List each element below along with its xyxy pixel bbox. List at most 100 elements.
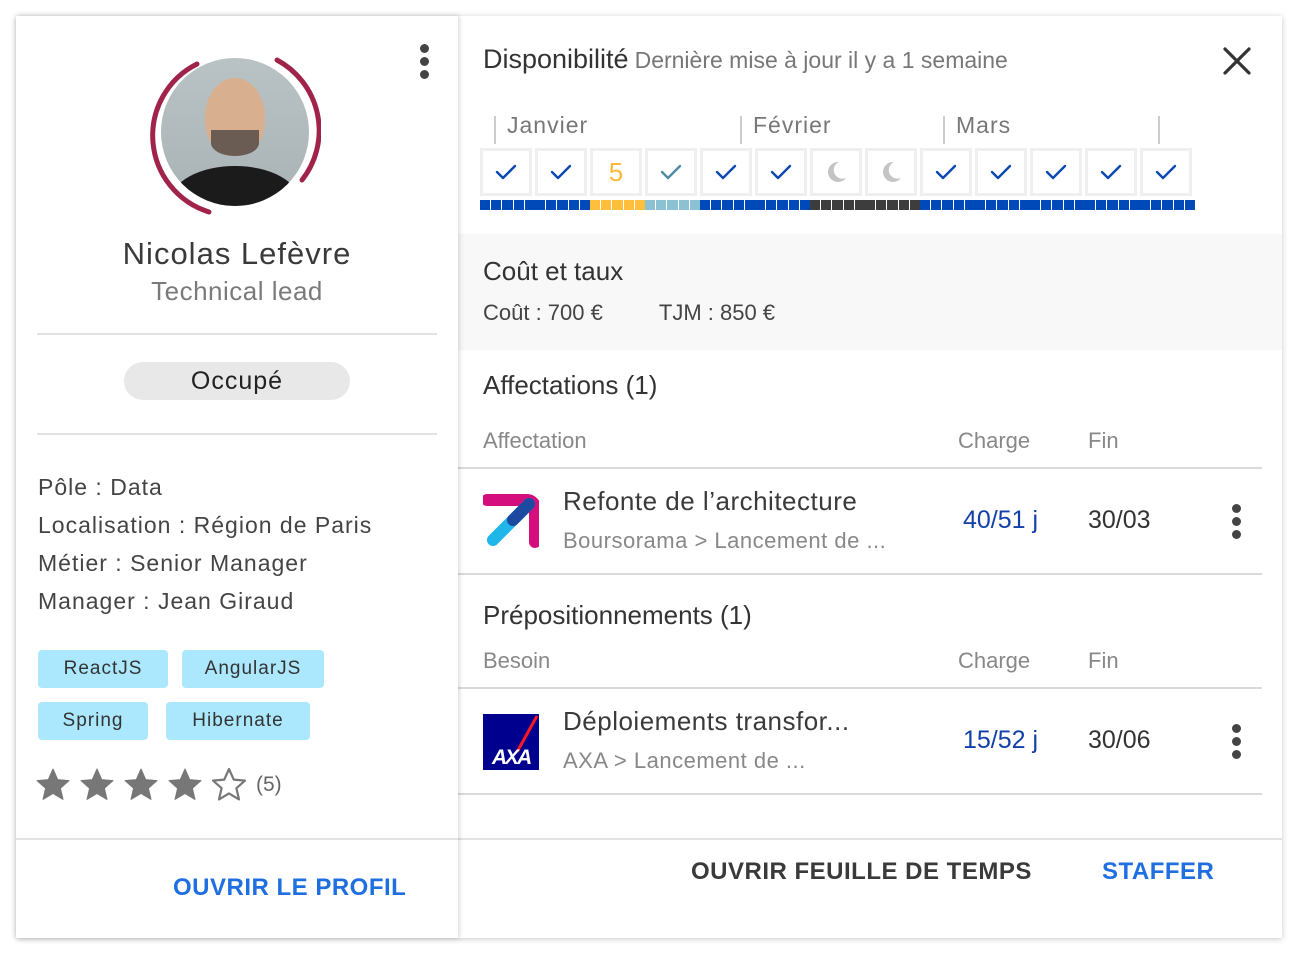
star-filled-icon bbox=[36, 768, 70, 800]
day-segment bbox=[942, 200, 953, 210]
preposition-charge: 15/52 j bbox=[963, 726, 1039, 754]
rating-count: (5) bbox=[256, 773, 282, 796]
profile-info: Pôle : Data Localisation : Région de Par… bbox=[38, 468, 372, 620]
details-panel: Disponibilité Dernière mise à jour il y a… bbox=[458, 16, 1282, 938]
availability-week[interactable] bbox=[1140, 148, 1196, 210]
cost-title: Coût et taux bbox=[483, 256, 624, 286]
availability-week[interactable]: 5 bbox=[590, 148, 646, 210]
day-segment bbox=[1008, 200, 1019, 210]
day-segment bbox=[854, 200, 866, 210]
day-segment bbox=[1162, 200, 1173, 210]
cost-values: Coût : 700 € TJM : 850 € bbox=[483, 300, 775, 326]
week-day-bar bbox=[975, 200, 1031, 210]
day-segment bbox=[722, 200, 733, 210]
profile-role: Technical lead bbox=[151, 276, 323, 306]
assignment-subtitle: Boursorama > Lancement de ... bbox=[563, 528, 887, 553]
availability-week[interactable] bbox=[535, 148, 591, 210]
svg-text:AXA: AXA bbox=[491, 746, 531, 769]
day-segment bbox=[1030, 200, 1041, 210]
skill-tag[interactable]: AngularJS bbox=[182, 650, 324, 688]
week-day-bar bbox=[810, 200, 866, 210]
day-segment bbox=[898, 200, 909, 210]
day-segment bbox=[975, 200, 986, 210]
check-icon bbox=[1100, 164, 1122, 180]
star-filled-icon bbox=[80, 768, 114, 800]
availability-week[interactable] bbox=[920, 148, 976, 210]
day-segment bbox=[1063, 200, 1074, 210]
skill-tag[interactable]: ReactJS bbox=[38, 650, 168, 688]
day-segment bbox=[656, 200, 667, 210]
check-icon bbox=[990, 164, 1012, 180]
star-filled-icon bbox=[124, 768, 158, 800]
day-segment bbox=[799, 200, 811, 210]
day-segment bbox=[997, 200, 1008, 210]
moon-icon bbox=[883, 161, 901, 182]
day-segment bbox=[1151, 200, 1162, 210]
open-profile-button[interactable]: OUVRIR LE PROFIL bbox=[173, 874, 406, 902]
preposition-more-menu-icon[interactable] bbox=[1226, 724, 1246, 762]
availability-week[interactable] bbox=[975, 148, 1031, 210]
day-segment bbox=[678, 200, 689, 210]
open-timesheet-button[interactable]: OUVRIR FEUILLE DE TEMPS bbox=[691, 858, 1032, 886]
day-segment bbox=[634, 200, 646, 210]
day-segment bbox=[513, 200, 524, 210]
day-segment bbox=[601, 200, 612, 210]
availability-week[interactable] bbox=[810, 148, 866, 210]
column-header-assignment: Affectation bbox=[483, 428, 587, 453]
week-day-bar bbox=[1140, 200, 1196, 210]
day-segment bbox=[667, 200, 678, 210]
availability-week[interactable] bbox=[755, 148, 811, 210]
divider bbox=[458, 838, 1282, 840]
month-label: Février bbox=[753, 112, 832, 138]
day-segment bbox=[557, 200, 568, 210]
day-segment bbox=[645, 200, 656, 210]
month-label: Janvier bbox=[507, 112, 589, 138]
check-icon bbox=[495, 164, 517, 180]
check-icon bbox=[1155, 164, 1177, 180]
day-segment bbox=[876, 200, 887, 210]
info-location: Localisation : Région de Paris bbox=[38, 512, 373, 538]
day-segment bbox=[832, 200, 843, 210]
day-segment bbox=[1096, 200, 1107, 210]
day-segment bbox=[623, 200, 634, 210]
rating-stars: (5) bbox=[34, 766, 282, 804]
assignment-more-menu-icon[interactable] bbox=[1226, 504, 1246, 542]
star-filled-icon bbox=[168, 768, 202, 800]
boursorama-logo bbox=[483, 494, 539, 548]
availability-week[interactable] bbox=[480, 148, 536, 210]
availability-week[interactable] bbox=[645, 148, 701, 210]
assignment-end: 30/03 bbox=[1088, 506, 1151, 534]
day-segment bbox=[1184, 200, 1196, 210]
day-segment bbox=[777, 200, 788, 210]
day-segment bbox=[612, 200, 623, 210]
week-day-bar bbox=[920, 200, 976, 210]
divider bbox=[16, 838, 458, 840]
skill-tag[interactable]: Hibernate bbox=[166, 702, 310, 740]
check-icon bbox=[770, 164, 792, 180]
availability-week[interactable] bbox=[700, 148, 756, 210]
check-icon bbox=[715, 164, 737, 180]
preposition-end: 30/06 bbox=[1088, 726, 1151, 754]
day-segment bbox=[964, 200, 976, 210]
availability-week[interactable] bbox=[1085, 148, 1141, 210]
skill-tag[interactable]: Spring bbox=[38, 702, 148, 740]
preposition-title[interactable]: Déploiements transfor... bbox=[563, 706, 850, 737]
day-segment bbox=[986, 200, 997, 210]
day-segment bbox=[1085, 200, 1096, 210]
day-segment bbox=[766, 200, 777, 210]
day-segment bbox=[1107, 200, 1118, 210]
column-header-end: Fin bbox=[1088, 428, 1119, 453]
profile-more-menu-icon[interactable] bbox=[414, 44, 434, 82]
availability-updated: Dernière mise à jour il y a 1 semaine bbox=[634, 47, 1008, 73]
check-icon bbox=[1045, 164, 1067, 180]
close-icon[interactable] bbox=[1220, 44, 1254, 78]
availability-week[interactable] bbox=[1030, 148, 1086, 210]
assignment-title[interactable]: Refonte de l’architecture bbox=[563, 486, 857, 517]
availability-week[interactable] bbox=[865, 148, 921, 210]
staff-button[interactable]: STAFFER bbox=[1102, 858, 1214, 886]
assignments-title: Affectations (1) bbox=[483, 370, 658, 400]
prepositions-title: Prépositionnements (1) bbox=[483, 600, 752, 630]
day-segment bbox=[953, 200, 964, 210]
profile-name: Nicolas Lefèvre bbox=[122, 236, 352, 271]
assignment-charge: 40/51 j bbox=[963, 506, 1039, 534]
